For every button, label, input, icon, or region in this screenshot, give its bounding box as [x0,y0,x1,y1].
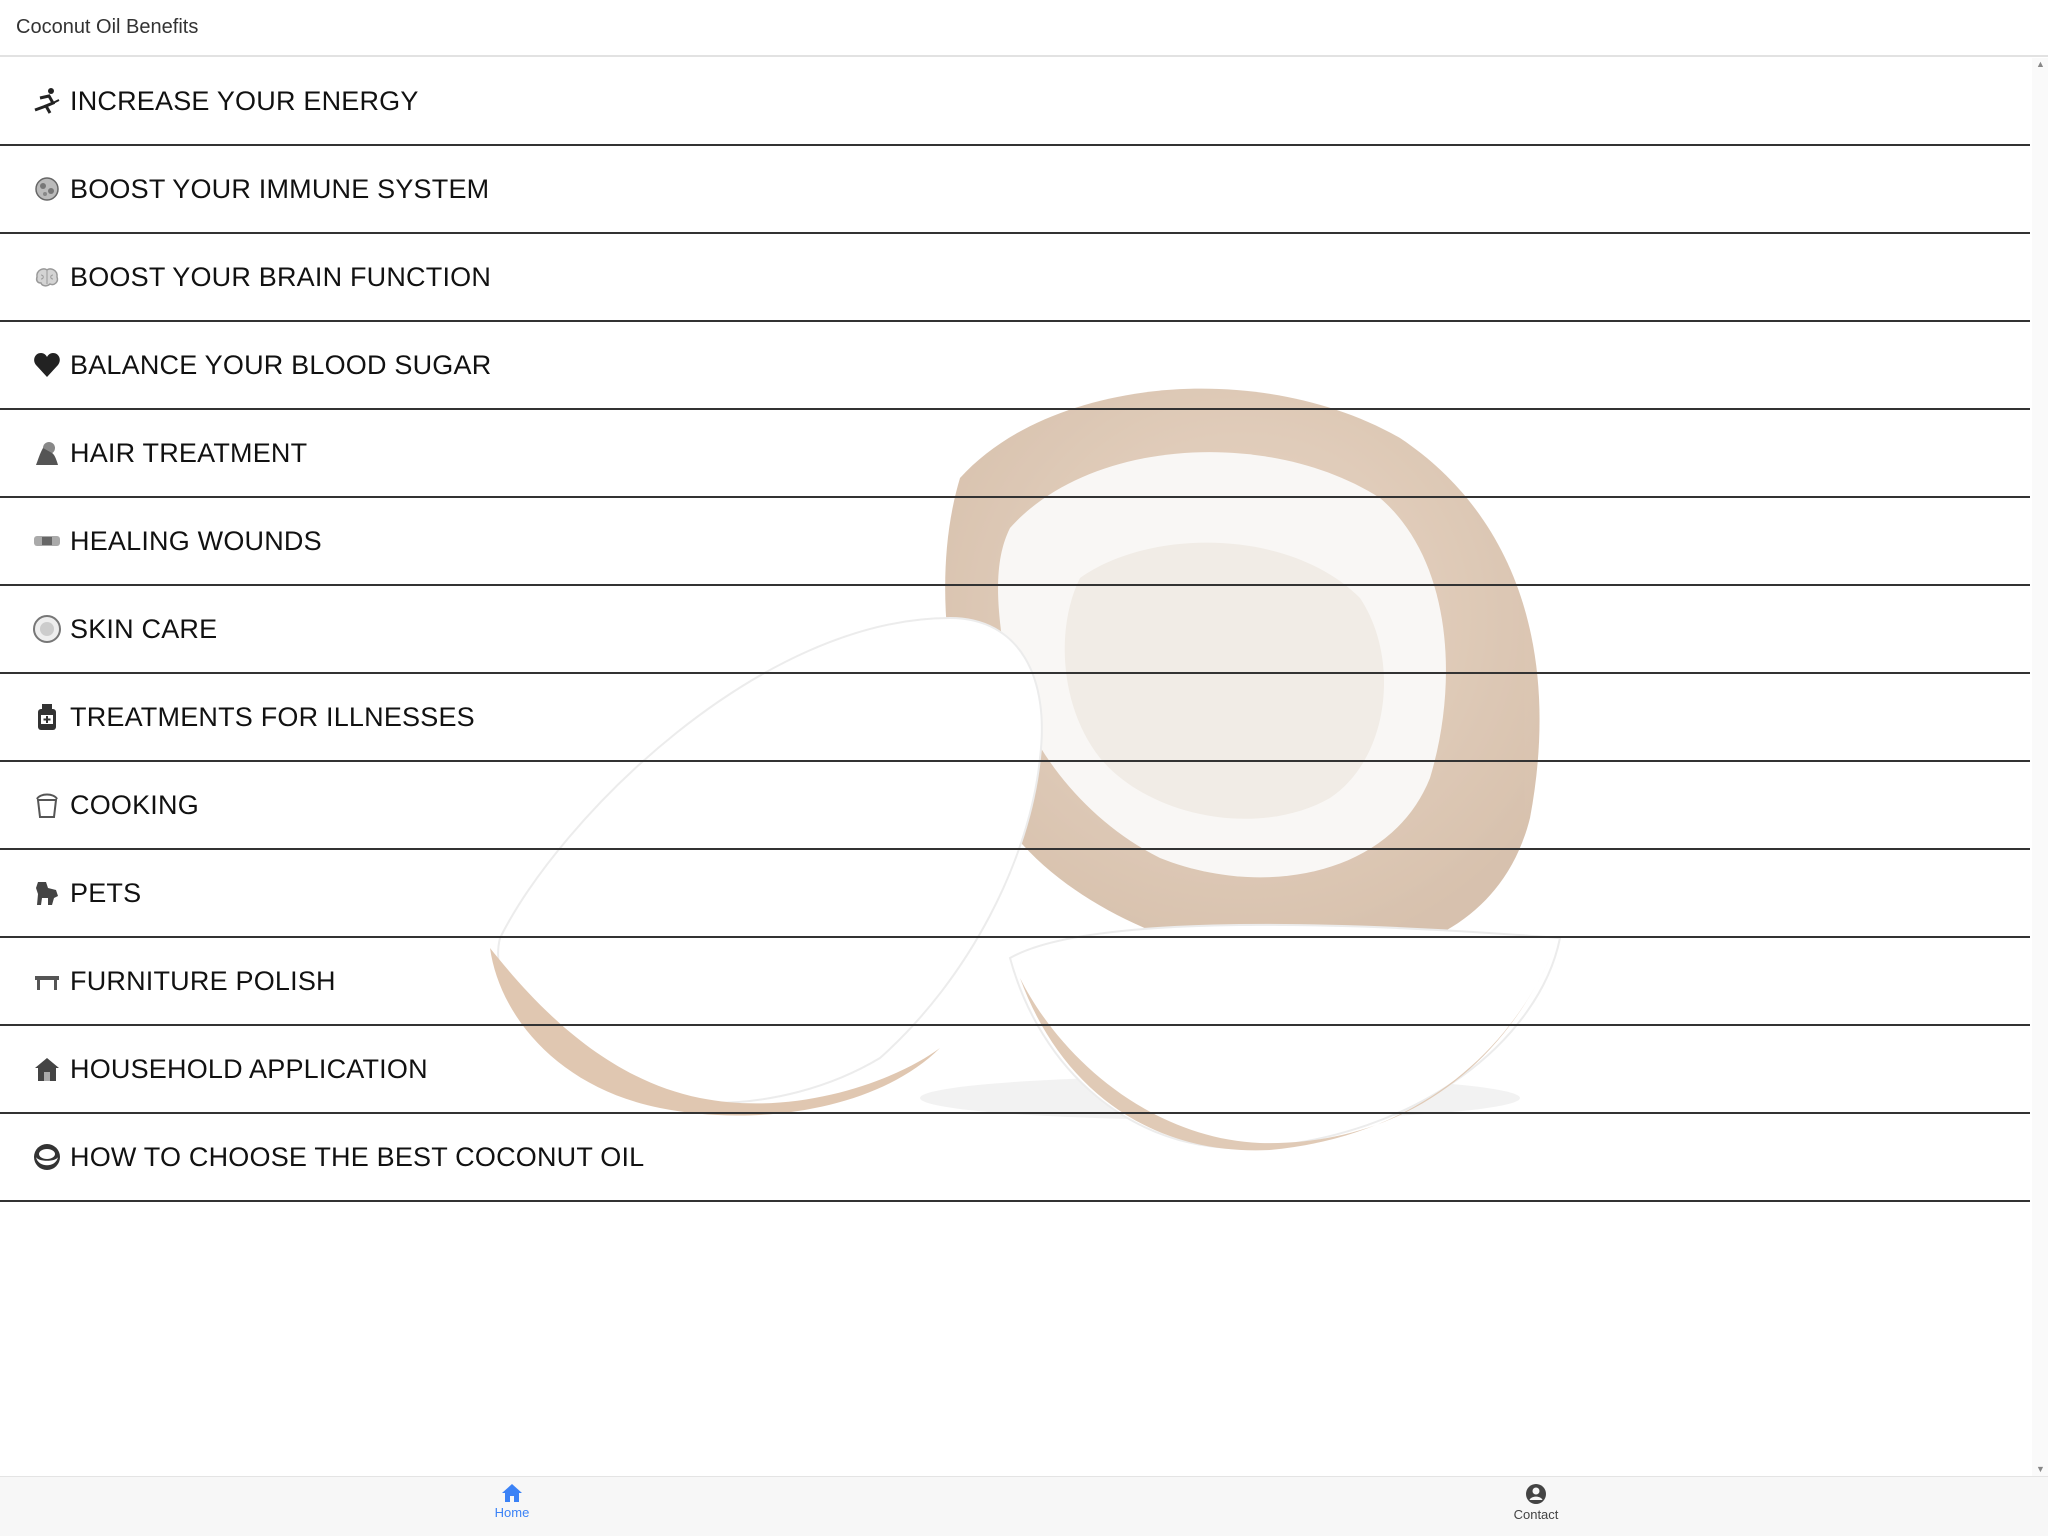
user-circle-icon [1526,1484,1546,1504]
list-item-cooking[interactable]: COOKING [0,762,2030,850]
benefits-list: INCREASE YOUR ENERGY BOOST YOUR IMMUNE S… [0,58,2030,1202]
list-item-label: HOW TO CHOOSE THE BEST COCONUT OIL [70,1141,645,1172]
list-item-label: BOOST YOUR IMMUNE SYSTEM [70,173,490,204]
dog-icon [30,876,64,910]
bandage-icon [30,524,64,558]
list-item-boost-brain-function[interactable]: BOOST YOUR BRAIN FUNCTION [0,234,2030,322]
medicine-bottle-icon [30,700,64,734]
table-icon [30,964,64,998]
list-item-label: SKIN CARE [70,613,218,644]
bottom-tab-bar: Home Contact [0,1476,2048,1536]
list-item-hair-treatment[interactable]: HAIR TREATMENT [0,410,2030,498]
brain-icon [30,260,64,294]
heart-icon [30,348,64,382]
list-item-label: BOOST YOUR BRAIN FUNCTION [70,261,492,292]
tab-contact[interactable]: Contact [1456,1483,1616,1533]
list-item-increase-energy[interactable]: INCREASE YOUR ENERGY [0,58,2030,146]
home-icon [502,1484,522,1502]
app-title: Coconut Oil Benefits [16,16,199,38]
tab-home[interactable]: Home [432,1483,592,1533]
list-item-label: TREATMENTS FOR ILLNESSES [70,701,475,732]
list-item-label: COOKING [70,789,199,820]
list-item-label: BALANCE YOUR BLOOD SUGAR [70,349,492,380]
list-item-label: HEALING WOUNDS [70,525,322,556]
list-item-boost-immune-system[interactable]: BOOST YOUR IMMUNE SYSTEM [0,146,2030,234]
list-item-healing-wounds[interactable]: HEALING WOUNDS [0,498,2030,586]
list-item-household-application[interactable]: HOUSEHOLD APPLICATION [0,1026,2030,1114]
app-header: Coconut Oil Benefits [0,0,2048,57]
list-item-treatments-for-illnesses[interactable]: TREATMENTS FOR ILLNESSES [0,674,2030,762]
hair-icon [30,436,64,470]
house-icon [30,1052,64,1086]
coconut-icon [30,1140,64,1174]
runner-icon [30,84,64,118]
scroll-down-icon[interactable]: ▼ [2036,1465,2045,1474]
list-item-choose-best-coconut-oil[interactable]: HOW TO CHOOSE THE BEST COCONUT OIL [0,1114,2030,1202]
list-item-furniture-polish[interactable]: FURNITURE POLISH [0,938,2030,1026]
virus-icon [30,172,64,206]
list-item-pets[interactable]: PETS [0,850,2030,938]
list-item-label: PETS [70,877,142,908]
list-item-label: HOUSEHOLD APPLICATION [70,1053,428,1084]
tab-home-label: Home [494,1505,530,1520]
tab-contact-label: Contact [1513,1507,1559,1522]
list-item-skin-care[interactable]: SKIN CARE [0,586,2030,674]
scroll-up-icon[interactable]: ▲ [2036,60,2045,69]
cream-jar-icon [30,612,64,646]
list-item-label: HAIR TREATMENT [70,437,308,468]
content-area: INCREASE YOUR ENERGY BOOST YOUR IMMUNE S… [0,58,2030,1476]
list-item-balance-blood-sugar[interactable]: BALANCE YOUR BLOOD SUGAR [0,322,2030,410]
list-item-label: FURNITURE POLISH [70,965,336,996]
cooking-pot-icon [30,788,64,822]
vertical-scrollbar[interactable]: ▲ ▼ [2032,58,2048,1476]
list-item-label: INCREASE YOUR ENERGY [70,85,419,116]
